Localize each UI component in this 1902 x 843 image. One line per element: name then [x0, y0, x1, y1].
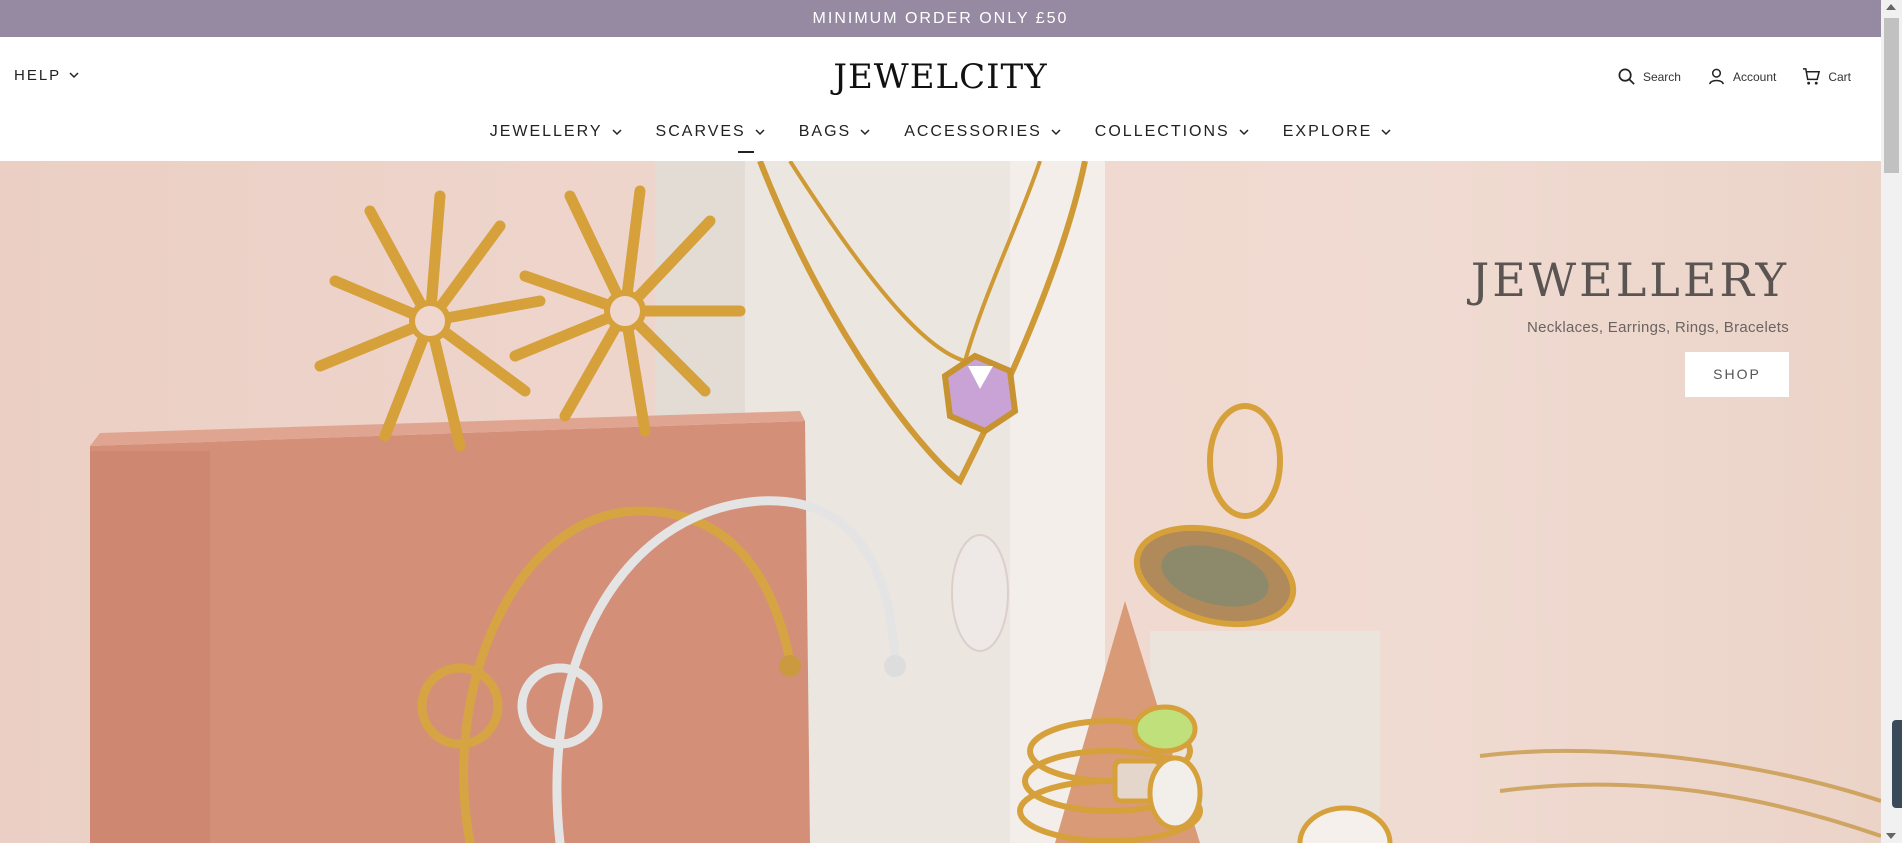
nav-item-jewellery[interactable]: JEWELLERY — [490, 123, 622, 153]
cart-button[interactable]: Cart — [1802, 67, 1851, 86]
nav-item-explore[interactable]: EXPLORE — [1283, 123, 1392, 153]
header-utilities: Search Account Cart — [1617, 67, 1851, 86]
hero-title: JEWELLERY — [1470, 253, 1789, 307]
chevron-down-icon — [1051, 128, 1061, 135]
search-icon — [1618, 68, 1635, 85]
hero-text: JEWELLERY Necklaces, Earrings, Rings, Br… — [1471, 253, 1789, 397]
nav-item-collections[interactable]: COLLECTIONS — [1095, 123, 1249, 153]
hero-banner[interactable]: JEWELLERY Necklaces, Earrings, Rings, Br… — [0, 161, 1881, 843]
chevron-down-icon — [1239, 128, 1249, 135]
chevron-down-icon — [612, 128, 622, 135]
nav-item-label: BAGS — [798, 123, 852, 140]
nav-item-scarves[interactable]: SCARVES — [656, 123, 765, 153]
scroll-down-arrow[interactable] — [1886, 833, 1896, 839]
scroll-up-arrow[interactable] — [1886, 4, 1896, 10]
nav-item-label: EXPLORE — [1282, 123, 1373, 140]
search-button[interactable]: Search — [1617, 67, 1681, 86]
chevron-down-icon — [860, 128, 870, 135]
user-icon — [1709, 68, 1724, 85]
shop-button[interactable]: SHOP — [1685, 352, 1789, 397]
nav-item-label: ACCESSORIES — [904, 123, 1042, 140]
scroll-thumb[interactable] — [1884, 18, 1899, 173]
site-header: HELP JEWELCITY Search Account Cart JEWEL… — [0, 37, 1881, 161]
side-widget-tab[interactable] — [1892, 720, 1902, 808]
account-button[interactable]: Account — [1707, 67, 1776, 86]
cart-icon — [1803, 68, 1821, 85]
nav-item-bags[interactable]: BAGS — [799, 123, 870, 153]
nav-item-label: COLLECTIONS — [1094, 123, 1230, 140]
chevron-down-icon — [1381, 128, 1391, 135]
abalone-ring — [1133, 403, 1297, 628]
announcement-bar: MINIMUM ORDER ONLY £50 — [0, 0, 1881, 37]
main-navigation: JEWELLERY SCARVES BAGS ACCESSORIES COLLE… — [0, 123, 1881, 153]
account-label: Account — [1732, 69, 1777, 84]
nav-item-label: SCARVES — [655, 123, 746, 140]
announcement-text: MINIMUM ORDER ONLY £50 — [812, 9, 1069, 27]
hero-subtitle: Necklaces, Earrings, Rings, Bracelets — [1526, 319, 1789, 336]
nav-item-accessories[interactable]: ACCESSORIES — [904, 123, 1061, 153]
nav-item-label: JEWELLERY — [489, 123, 603, 140]
vertical-scrollbar[interactable] — [1881, 0, 1902, 843]
quartz-drop-pendant — [951, 534, 1009, 652]
chevron-down-icon — [755, 128, 765, 135]
logo[interactable]: JEWELCITY — [0, 57, 1881, 97]
search-label: Search — [1642, 69, 1681, 84]
cart-label: Cart — [1828, 69, 1851, 84]
